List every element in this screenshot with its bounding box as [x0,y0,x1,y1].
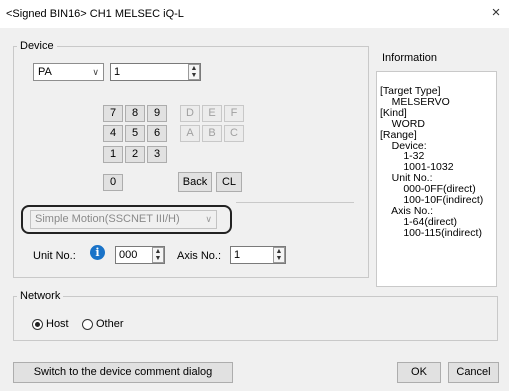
key-1[interactable]: 1 [103,146,123,163]
spin-down-icon[interactable]: ▼ [153,255,163,262]
key-b[interactable]: B [202,125,222,142]
key-8[interactable]: 8 [125,105,145,122]
ok-button[interactable]: OK [397,362,441,383]
unit-no-value: 000 [119,249,138,261]
key-4[interactable]: 4 [103,125,123,142]
key-2[interactable]: 2 [125,146,145,163]
chevron-down-icon: ∨ [205,214,212,224]
separator [236,202,354,203]
key-c[interactable]: C [224,125,244,142]
switch-comment-dialog-button[interactable]: Switch to the device comment dialog [13,362,233,383]
key-9[interactable]: 9 [147,105,167,122]
key-f[interactable]: F [224,105,244,122]
host-radio-label[interactable]: Host [46,318,69,330]
information-legend: Information [379,52,441,64]
info-icon[interactable]: i [90,245,105,260]
other-radio[interactable] [82,319,93,330]
key-6[interactable]: 6 [147,125,167,142]
information-text: [Target Type] MELSERVO [Kind] WORD [Rang… [380,85,484,239]
unit-no-spinner[interactable]: ▲ ▼ [152,247,164,263]
spin-down-icon[interactable]: ▼ [274,255,284,262]
key-0[interactable]: 0 [103,174,123,191]
clear-button[interactable]: CL [216,172,242,192]
key-e[interactable]: E [202,105,222,122]
spin-up-icon[interactable]: ▲ [189,65,199,72]
unit-no-label: Unit No.: [33,250,76,262]
cancel-button[interactable]: Cancel [448,362,499,383]
key-a[interactable]: A [180,125,200,142]
key-5[interactable]: 5 [125,125,145,142]
axis-no-spinner[interactable]: ▲ ▼ [273,247,285,263]
network-type-select[interactable]: Simple Motion(SSCNET III/H) ∨ [30,210,217,229]
network-type-value: Simple Motion(SSCNET III/H) [35,213,180,225]
window-title: <Signed BIN16> CH1 MELSEC iQ-L [6,8,184,20]
other-radio-label[interactable]: Other [96,318,124,330]
device-number-value: 1 [114,66,121,78]
axis-no-value: 1 [234,249,241,261]
key-7[interactable]: 7 [103,105,123,122]
key-3[interactable]: 3 [147,146,167,163]
network-legend: Network [17,290,64,302]
axis-no-label: Axis No.: [177,250,222,262]
device-number-spinner[interactable]: ▲ ▼ [188,64,200,80]
host-radio[interactable] [32,319,43,330]
radio-selected-dot [35,322,40,327]
spin-up-icon[interactable]: ▲ [153,248,163,255]
chevron-down-icon: ∨ [92,67,99,77]
device-type-value: PA [38,66,52,78]
back-button[interactable]: Back [178,172,212,192]
device-type-select[interactable]: PA ∨ [33,63,104,81]
spin-down-icon[interactable]: ▼ [189,72,199,79]
close-icon[interactable]: × [487,4,505,22]
spin-up-icon[interactable]: ▲ [274,248,284,255]
key-d[interactable]: D [180,105,200,122]
device-legend: Device [17,40,57,52]
